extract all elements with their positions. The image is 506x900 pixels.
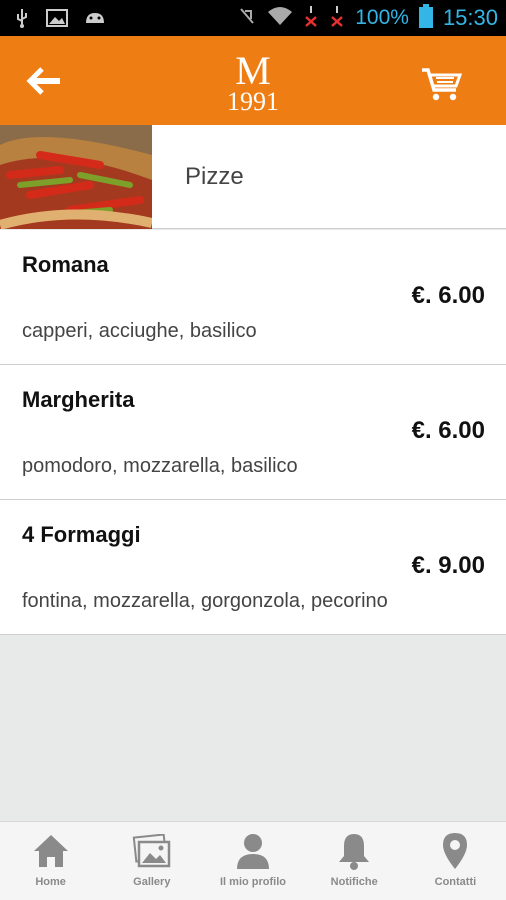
back-arrow-icon (26, 67, 60, 95)
cart-icon (422, 68, 463, 101)
item-price: €. 9.00 (411, 552, 485, 579)
logo: M 1991 (212, 48, 294, 116)
profile-icon (233, 832, 273, 870)
nav-contacts[interactable]: Contatti (405, 822, 506, 900)
cart-button[interactable] (420, 66, 464, 104)
category-header: Pizze (0, 125, 506, 230)
menu-item-romana[interactable]: Romana €. 6.00 capperi, acciughe, basili… (0, 230, 506, 365)
wifi-icon (267, 6, 293, 30)
item-price: €. 6.00 (411, 417, 485, 444)
battery-percent: 100% (355, 6, 409, 29)
usb-icon (14, 8, 30, 32)
back-button[interactable] (26, 66, 66, 96)
app-bar: M 1991 (0, 36, 506, 125)
logo-year: 1991 (227, 87, 279, 114)
home-icon (31, 832, 71, 870)
bottom-nav: Home Gallery Il mio profilo Notifiche Co… (0, 821, 506, 900)
nav-profile[interactable]: Il mio profilo (202, 822, 303, 900)
bell-icon (334, 832, 374, 870)
item-price: €. 6.00 (411, 282, 485, 309)
menu-item-4-formaggi[interactable]: 4 Formaggi €. 9.00 fontina, mozzarella, … (0, 500, 506, 635)
item-name: Romana (22, 252, 109, 277)
nav-home[interactable]: Home (0, 822, 101, 900)
category-image (0, 125, 154, 230)
nav-gallery[interactable]: Gallery (101, 822, 202, 900)
nav-label: Contatti (434, 876, 477, 888)
item-name: Margherita (22, 387, 135, 412)
nav-label: Gallery (133, 876, 171, 888)
nav-label: Il mio profilo (220, 876, 286, 888)
menu-item-margherita[interactable]: Margherita €. 6.00 pomodoro, mozzarella,… (0, 365, 506, 500)
nav-label: Notifiche (330, 876, 378, 888)
location-pin-icon (435, 832, 475, 870)
nav-label: Home (35, 876, 66, 888)
nav-notifications[interactable]: Notifiche (304, 822, 405, 900)
gallery-icon (132, 832, 172, 870)
status-bar-system: 100% 15:30 (237, 0, 498, 36)
item-name: 4 Formaggi (22, 522, 141, 547)
image-icon (46, 9, 68, 31)
battery-icon (418, 4, 433, 32)
signal-off-icon (303, 5, 319, 31)
item-description: capperi, acciughe, basilico (22, 320, 257, 342)
category-title: Pizze (185, 163, 244, 190)
item-description: pomodoro, mozzarella, basilico (22, 455, 298, 477)
mute-icon (237, 5, 257, 31)
status-bar-notifications (14, 8, 106, 32)
status-bar: 100% 15:30 (0, 0, 506, 36)
android-icon (84, 9, 106, 31)
signal-off-icon (329, 5, 345, 31)
clock: 15:30 (442, 5, 498, 30)
item-description: fontina, mozzarella, gorgonzola, pecorin… (22, 590, 388, 612)
